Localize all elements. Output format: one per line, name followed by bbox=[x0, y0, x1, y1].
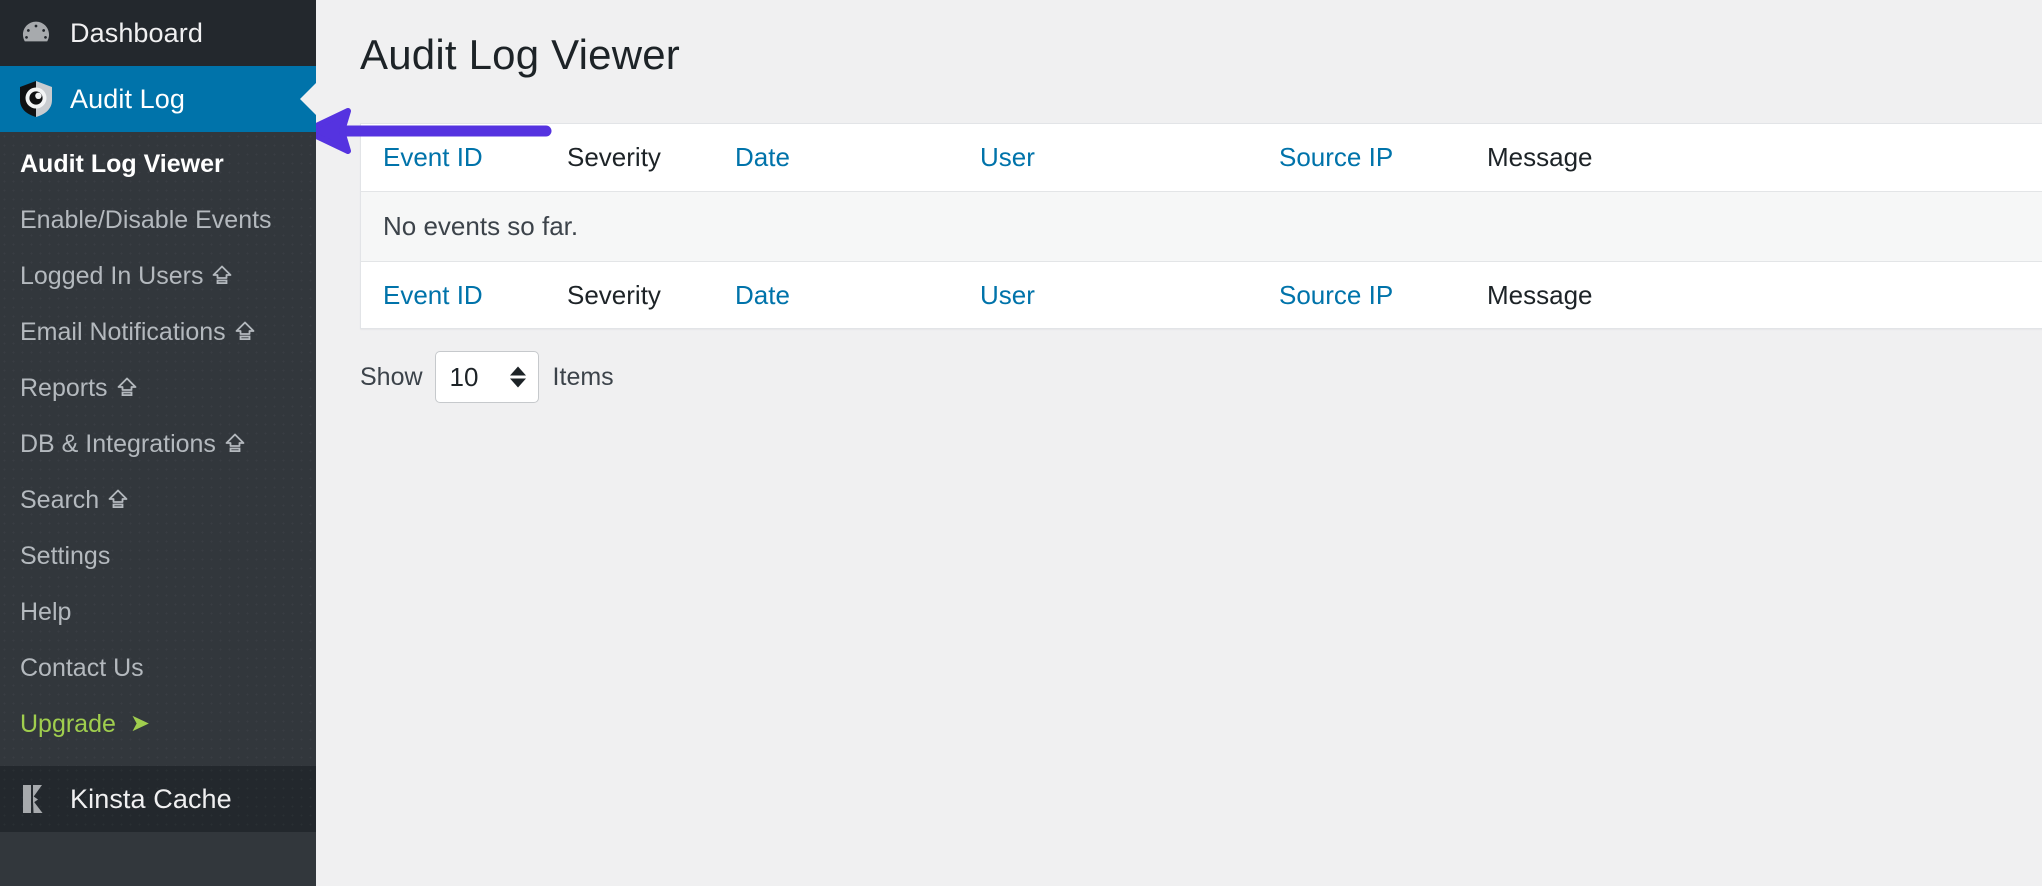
column-header-label: User bbox=[980, 279, 1035, 310]
sidebar-item-label: Kinsta Cache bbox=[70, 783, 232, 814]
column-header-label: Severity bbox=[567, 142, 661, 173]
sidebar-subitem-email-notifications[interactable]: Email Notifications bbox=[0, 304, 316, 360]
sidebar-subitem-label: Upgrade bbox=[20, 709, 116, 738]
column-header-label: Severity bbox=[567, 279, 661, 310]
stepper-up-arrow-icon[interactable] bbox=[509, 366, 526, 376]
table-footer-row: Event ID Severity Date User Source IP Me… bbox=[361, 261, 2042, 329]
page-title: Audit Log Viewer bbox=[360, 31, 680, 78]
kinsta-k-logo-icon bbox=[12, 782, 60, 816]
footer-column-header-event-id[interactable]: Event ID bbox=[361, 261, 567, 329]
upgrade-arrow-badge-icon bbox=[117, 377, 137, 399]
dashboard-gauge-icon bbox=[12, 16, 60, 50]
sidebar-item-audit-log[interactable]: Audit Log bbox=[0, 66, 316, 132]
items-per-page-stepper[interactable]: 10 bbox=[434, 351, 539, 404]
items-per-page-value: 10 bbox=[449, 361, 479, 392]
upgrade-arrow-badge-icon bbox=[235, 321, 255, 343]
sidebar-subitem-enable-disable-events[interactable]: Enable/Disable Events bbox=[0, 192, 316, 248]
upgrade-arrow-badge-icon bbox=[212, 265, 232, 287]
stepper-arrows-icon[interactable] bbox=[509, 366, 526, 388]
table-header-row: Event ID Severity Date User Source IP Me… bbox=[361, 124, 2042, 192]
sidebar-submenu: Audit Log Viewer Enable/Disable Events Log… bbox=[0, 132, 316, 766]
column-header-date[interactable]: Date bbox=[735, 124, 980, 192]
active-item-notch-icon bbox=[300, 83, 316, 115]
audit-log-table-container: Event ID Severity Date User Source IP Me… bbox=[360, 123, 2042, 330]
admin-sidebar: Dashboard Audit Log Audit Log Viewer Enab… bbox=[0, 0, 316, 886]
stepper-down-arrow-icon[interactable] bbox=[509, 378, 526, 388]
table-header: Event ID Severity Date User Source IP Me… bbox=[361, 124, 2042, 192]
column-header-label: Date bbox=[735, 142, 790, 173]
footer-column-header-severity: Severity bbox=[567, 261, 735, 329]
sidebar-subitem-upgrade[interactable]: Upgrade ➤ bbox=[0, 696, 316, 752]
sidebar-subitem-label: Search bbox=[20, 485, 100, 514]
column-header-label: Date bbox=[735, 279, 790, 310]
sidebar-item-label: Dashboard bbox=[70, 17, 203, 48]
sidebar-subitem-help[interactable]: Help bbox=[0, 584, 316, 640]
column-header-label: Message bbox=[1487, 142, 1593, 173]
sidebar-subitem-label: Reports bbox=[20, 373, 108, 402]
sidebar-subitem-label: Email Notifications bbox=[20, 317, 226, 346]
sidebar-subitem-label: Contact Us bbox=[20, 653, 144, 682]
footer-column-header-date[interactable]: Date bbox=[735, 261, 980, 329]
sidebar-item-label: Audit Log bbox=[70, 83, 185, 114]
table-footer: Event ID Severity Date User Source IP Me… bbox=[361, 261, 2042, 329]
audit-log-table: Event ID Severity Date User Source IP Me… bbox=[361, 124, 2042, 329]
sidebar-subitem-label: Logged In Users bbox=[20, 261, 204, 290]
sidebar-subitem-label: Settings bbox=[20, 541, 111, 570]
sidebar-item-dashboard[interactable]: Dashboard bbox=[0, 0, 316, 66]
sidebar-subitem-audit-log-viewer[interactable]: Audit Log Viewer bbox=[0, 136, 316, 192]
upgrade-right-arrow-icon: ➤ bbox=[129, 710, 151, 737]
sidebar-bottom-menu: Kinsta Cache bbox=[0, 766, 316, 832]
column-header-label: Message bbox=[1487, 279, 1593, 310]
column-header-label: Source IP bbox=[1279, 279, 1394, 310]
sidebar-item-kinsta-cache[interactable]: Kinsta Cache bbox=[0, 766, 316, 832]
column-header-source-ip[interactable]: Source IP bbox=[1279, 124, 1487, 192]
upgrade-arrow-badge-icon bbox=[225, 433, 245, 455]
sidebar-top-menu: Dashboard Audit Log bbox=[0, 0, 316, 132]
column-header-label: Event ID bbox=[383, 279, 483, 310]
column-header-label: User bbox=[980, 142, 1035, 173]
column-header-label: Source IP bbox=[1279, 142, 1394, 173]
pagination-controls: Show 10 Items bbox=[360, 351, 2042, 404]
sidebar-subitem-label: Audit Log Viewer bbox=[20, 149, 224, 178]
items-label: Items bbox=[552, 362, 614, 391]
sidebar-subitem-db-integrations[interactable]: DB & Integrations bbox=[0, 416, 316, 472]
sidebar-subitem-search[interactable]: Search bbox=[0, 472, 316, 528]
empty-state-message: No events so far. bbox=[361, 191, 2042, 262]
sidebar-subitem-reports[interactable]: Reports bbox=[0, 360, 316, 416]
audit-log-shield-icon bbox=[12, 80, 60, 118]
main-content: Audit Log Viewer Event ID Severity Date … bbox=[316, 0, 2042, 886]
sidebar-subitem-settings[interactable]: Settings bbox=[0, 528, 316, 584]
table-body: No events so far. bbox=[361, 191, 2042, 262]
table-empty-row: No events so far. bbox=[361, 191, 2042, 262]
column-header-message: Message bbox=[1487, 124, 2042, 192]
column-header-label: Event ID bbox=[383, 142, 483, 173]
column-header-user[interactable]: User bbox=[980, 124, 1279, 192]
upgrade-arrow-badge-icon bbox=[108, 489, 128, 511]
column-header-event-id[interactable]: Event ID bbox=[361, 124, 567, 192]
footer-column-header-source-ip[interactable]: Source IP bbox=[1279, 261, 1487, 329]
admin-page: Dashboard Audit Log Audit Log Viewer Enab… bbox=[0, 0, 2042, 886]
column-header-severity: Severity bbox=[567, 124, 735, 192]
sidebar-subitem-label: Help bbox=[20, 597, 72, 626]
sidebar-subitem-label: Enable/Disable Events bbox=[20, 205, 272, 234]
footer-column-header-message: Message bbox=[1487, 261, 2042, 329]
footer-column-header-user[interactable]: User bbox=[980, 261, 1279, 329]
sidebar-subitem-label: DB & Integrations bbox=[20, 429, 216, 458]
sidebar-subitem-contact-us[interactable]: Contact Us bbox=[0, 640, 316, 696]
show-label: Show bbox=[360, 362, 423, 391]
sidebar-subitem-logged-in-users[interactable]: Logged In Users bbox=[0, 248, 316, 304]
